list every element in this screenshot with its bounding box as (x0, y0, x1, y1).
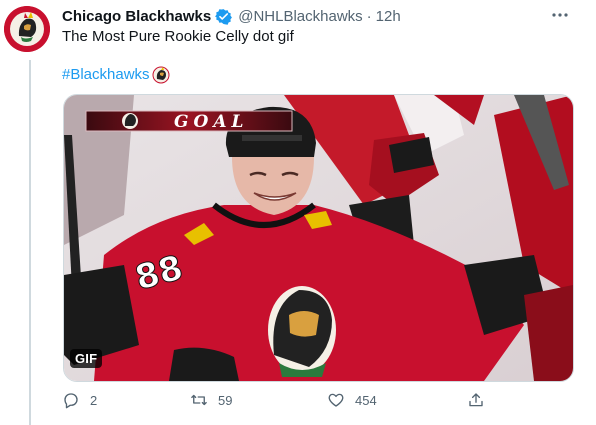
heart-icon (328, 393, 344, 407)
more-options-button[interactable] (546, 4, 574, 26)
hashtag-row: #Blackhawks (62, 65, 170, 85)
retweet-button[interactable]: 59 (190, 388, 232, 412)
more-options-icon (552, 13, 568, 17)
share-icon (469, 393, 483, 407)
share-button[interactable] (467, 388, 485, 412)
author-handle[interactable]: @NHLBlackhawks (238, 8, 362, 25)
gif-badge: GIF (70, 349, 103, 368)
gif-media[interactable]: 88 GOAL (63, 94, 574, 382)
tweet-actions: 2 59 454 (62, 388, 562, 412)
blackhawks-logo-icon (4, 6, 50, 52)
verified-badge-icon (215, 8, 233, 25)
retweet-icon (191, 394, 207, 406)
blackhawks-emoji-icon (152, 66, 170, 84)
separator-dot: · (366, 7, 372, 25)
tweet-header: Chicago Blackhawks @NHLBlackhawks · 12h (62, 6, 401, 26)
celebration-gif-image: 88 GOAL (64, 95, 573, 381)
reply-icon (64, 393, 78, 409)
tweet-text: The Most Pure Rookie Celly dot gif (62, 28, 294, 45)
thread-line (29, 60, 31, 425)
tweet-timestamp[interactable]: 12h (376, 8, 401, 25)
retweet-count: 59 (218, 392, 233, 408)
goal-banner-text: GOAL (174, 112, 248, 132)
author-name[interactable]: Chicago Blackhawks (62, 8, 211, 25)
hashtag-link[interactable]: #Blackhawks (62, 65, 150, 85)
reply-count: 2 (90, 392, 98, 408)
reply-button[interactable]: 2 (62, 388, 97, 412)
like-button[interactable]: 454 (327, 388, 377, 412)
avatar[interactable] (4, 6, 50, 52)
tweet[interactable]: Chicago Blackhawks @NHLBlackhawks · 12h … (0, 0, 596, 425)
like-count: 454 (355, 392, 377, 408)
